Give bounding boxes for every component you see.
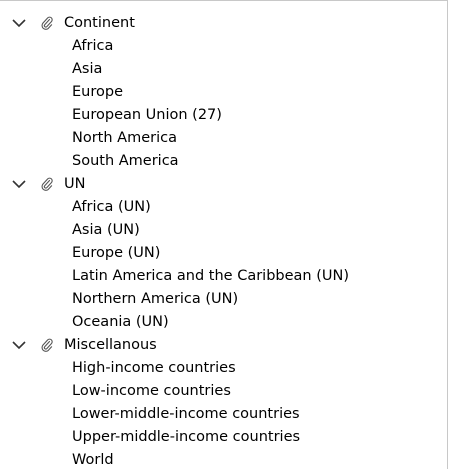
tree-item-label: Europe [72,84,123,100]
tree-item-label: North America [72,130,177,146]
tree-item-label: Northern America (UN) [72,291,239,307]
tree-item-label: Africa [72,38,114,54]
tree-item-label: Europe (UN) [72,245,161,261]
chevron-down-icon[interactable] [12,18,26,28]
paperclip-icon [41,16,53,30]
tree-item-label: Asia (UN) [72,222,140,238]
tree-item-label: Asia [72,61,103,77]
group-label: UN [64,176,86,192]
chevron-down-icon[interactable] [12,340,26,350]
tree-item-label: European Union (27) [72,107,222,123]
chevron-down-icon[interactable] [12,179,26,189]
tree-item-label: Latin America and the Caribbean (UN) [72,268,349,284]
tree-item-label: Oceania (UN) [72,314,169,330]
tree-item-label: High-income countries [72,360,236,376]
tree-item-label: South America [72,153,179,169]
group-label: Miscellanous [64,337,157,353]
tree-item-label: Upper-middle-income countries [72,429,301,445]
paperclip-icon [41,338,53,352]
tree-item-label: Africa (UN) [72,199,151,215]
paperclip-icon [41,177,53,191]
group-label: Continent [64,15,135,31]
tree-item-label: Low-income countries [72,383,231,399]
tree-item-label: Lower-middle-income countries [72,406,300,422]
region-tree: Continent Africa Asia Europe European Un… [0,0,448,469]
